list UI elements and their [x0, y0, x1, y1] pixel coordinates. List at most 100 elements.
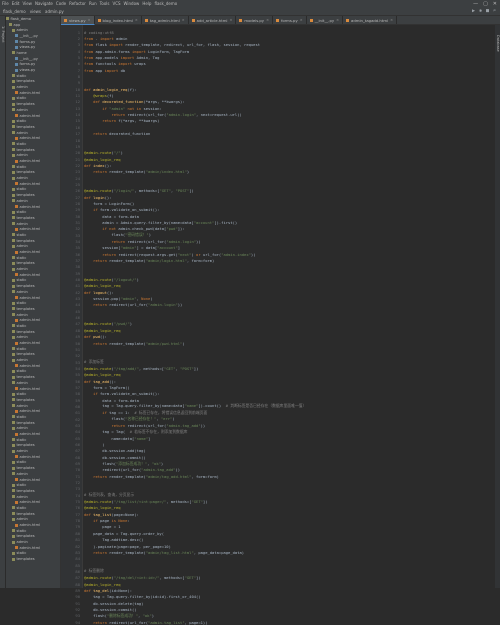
line-number: 21	[75, 156, 80, 162]
close-tab-icon[interactable]: ×	[88, 18, 91, 22]
code-token: "/logout/"	[113, 277, 137, 283]
code-text: def logout():	[80, 290, 114, 295]
close-tab-icon[interactable]: ×	[300, 18, 303, 22]
debug-icon[interactable]: ✱	[479, 8, 482, 14]
line-number: 79	[75, 524, 80, 530]
code-token: def	[93, 99, 103, 105]
folder-icon	[12, 375, 15, 379]
tree-item-label: static	[16, 232, 27, 237]
menu-item[interactable]: File	[2, 1, 9, 6]
code-token: def	[84, 334, 94, 340]
file-icon	[15, 523, 18, 527]
menu-item[interactable]: View	[22, 1, 32, 6]
folder-icon	[12, 187, 15, 191]
close-tab-icon[interactable]: ×	[336, 18, 339, 22]
code-editor[interactable]: 1 # coding:utf8 2 from . import admin 3 from …	[61, 25, 500, 625]
database-tool-button[interactable]: Database	[495, 35, 500, 52]
menu-item[interactable]: Help	[142, 1, 151, 6]
code-text: flash("密码错误！")	[80, 232, 151, 238]
tree-item-label: templates	[16, 79, 35, 84]
code-token: @admin_login_req	[84, 156, 121, 162]
folder-icon	[12, 222, 15, 226]
editor-tab[interactable]: admin_tagadd.html ×	[343, 16, 398, 24]
run-icon[interactable]: ▶	[472, 8, 475, 14]
menu-item[interactable]: Window	[124, 1, 140, 6]
code-token: from	[84, 55, 96, 61]
close-tab-icon[interactable]: ×	[390, 18, 393, 22]
tree-item-label: static	[16, 323, 27, 328]
code-token: "name"	[184, 403, 199, 409]
code-token: import	[118, 61, 135, 67]
code-text: return redirect(url_for("admin.login"))	[80, 239, 200, 245]
menu-item[interactable]: Code	[56, 1, 66, 6]
code-text: return redirect(url_for("admin.tag_list"…	[80, 620, 207, 625]
line-number: 45	[75, 308, 80, 314]
menu-item[interactable]: Tools	[100, 1, 110, 6]
menu-item[interactable]: Run	[89, 1, 97, 6]
file-icon	[15, 387, 18, 391]
code-token: def	[84, 587, 94, 593]
stop-icon[interactable]: ■	[486, 8, 489, 14]
code-text: # 标签删除	[80, 568, 104, 574]
editor-tab[interactable]: models.py ×	[236, 16, 273, 24]
tree-item-label: templates	[16, 466, 35, 471]
breadcrumb-file[interactable]: admin.py	[45, 9, 64, 14]
line-number: 48	[75, 327, 80, 333]
tab-label: models.py	[244, 17, 265, 23]
tree-item-label: static	[16, 141, 27, 146]
folder-icon	[12, 426, 15, 430]
tree-item-label: admin	[16, 130, 28, 135]
close-tab-icon[interactable]: ×	[266, 18, 269, 22]
code-token: render_template(	[109, 340, 146, 346]
code-token: redirect(url_for(	[127, 239, 167, 245]
folder-icon	[12, 119, 15, 123]
code-text: return render_template("admin/tag_add.ht…	[80, 474, 219, 479]
project-tool-button[interactable]: 1: Project	[0, 26, 5, 43]
code-text: def admin_login_req(f):	[80, 87, 137, 92]
menu-item[interactable]: Refactor	[69, 1, 86, 6]
tree-item[interactable]: templates	[6, 556, 60, 562]
editor-tab[interactable]: __init__.py ×	[307, 16, 344, 24]
breadcrumb-project[interactable]: flask_demo	[3, 9, 26, 14]
tree-item-label: __init__.py	[19, 56, 38, 61]
editor-tab[interactable]: add_article.html ×	[189, 16, 237, 24]
file-icon	[15, 68, 18, 72]
menu-item[interactable]: Navigate	[35, 1, 53, 6]
code-token: session.pop(	[84, 296, 121, 302]
code-text: return f(*args, **kwargs)	[80, 118, 159, 123]
code-token: (*args, **kwargs):	[143, 99, 185, 105]
code-token: tag = Tag.query.filter_by(id=id).first_o…	[84, 594, 201, 600]
line-number: 26	[75, 188, 80, 194]
code-token: )	[151, 612, 155, 618]
code-token: ))	[177, 302, 183, 308]
file-icon	[15, 455, 18, 459]
close-tab-icon[interactable]: ×	[135, 18, 138, 22]
editor-tab[interactable]: forms.py ×	[273, 16, 307, 24]
code-text: return redirect(url_for("admin.login"))	[80, 302, 182, 307]
line-number: 93	[75, 613, 80, 619]
line-number: 68	[75, 454, 80, 460]
search-icon[interactable]: ⌕	[493, 8, 496, 14]
folder-icon	[12, 102, 15, 106]
code-token: "/tag/del/<int:id>/"	[113, 575, 160, 581]
tree-item-label: admin	[16, 153, 28, 158]
code-token: ():	[104, 194, 112, 200]
folder-icon	[12, 358, 15, 362]
menu-item[interactable]: flask_demo	[154, 1, 177, 6]
menu-item[interactable]: Edit	[12, 1, 20, 6]
code-token: "err"	[160, 416, 173, 422]
tree-item-label: templates	[16, 170, 35, 175]
editor-tab[interactable]: views.py ×	[61, 16, 95, 25]
breadcrumb-folder[interactable]: views	[30, 9, 41, 14]
menu-item[interactable]: VCS	[112, 1, 120, 6]
editor-tab[interactable]: tag_admin.html ×	[142, 16, 189, 24]
close-tab-icon[interactable]: ×	[229, 18, 232, 22]
file-icon	[15, 114, 18, 118]
editor-tab[interactable]: blog_index.html ×	[95, 16, 142, 24]
code-token: page_data = Tag.query.order_by(	[84, 530, 165, 536]
code-text: @admin_login_req	[80, 582, 121, 587]
close-tab-icon[interactable]: ×	[182, 18, 185, 22]
